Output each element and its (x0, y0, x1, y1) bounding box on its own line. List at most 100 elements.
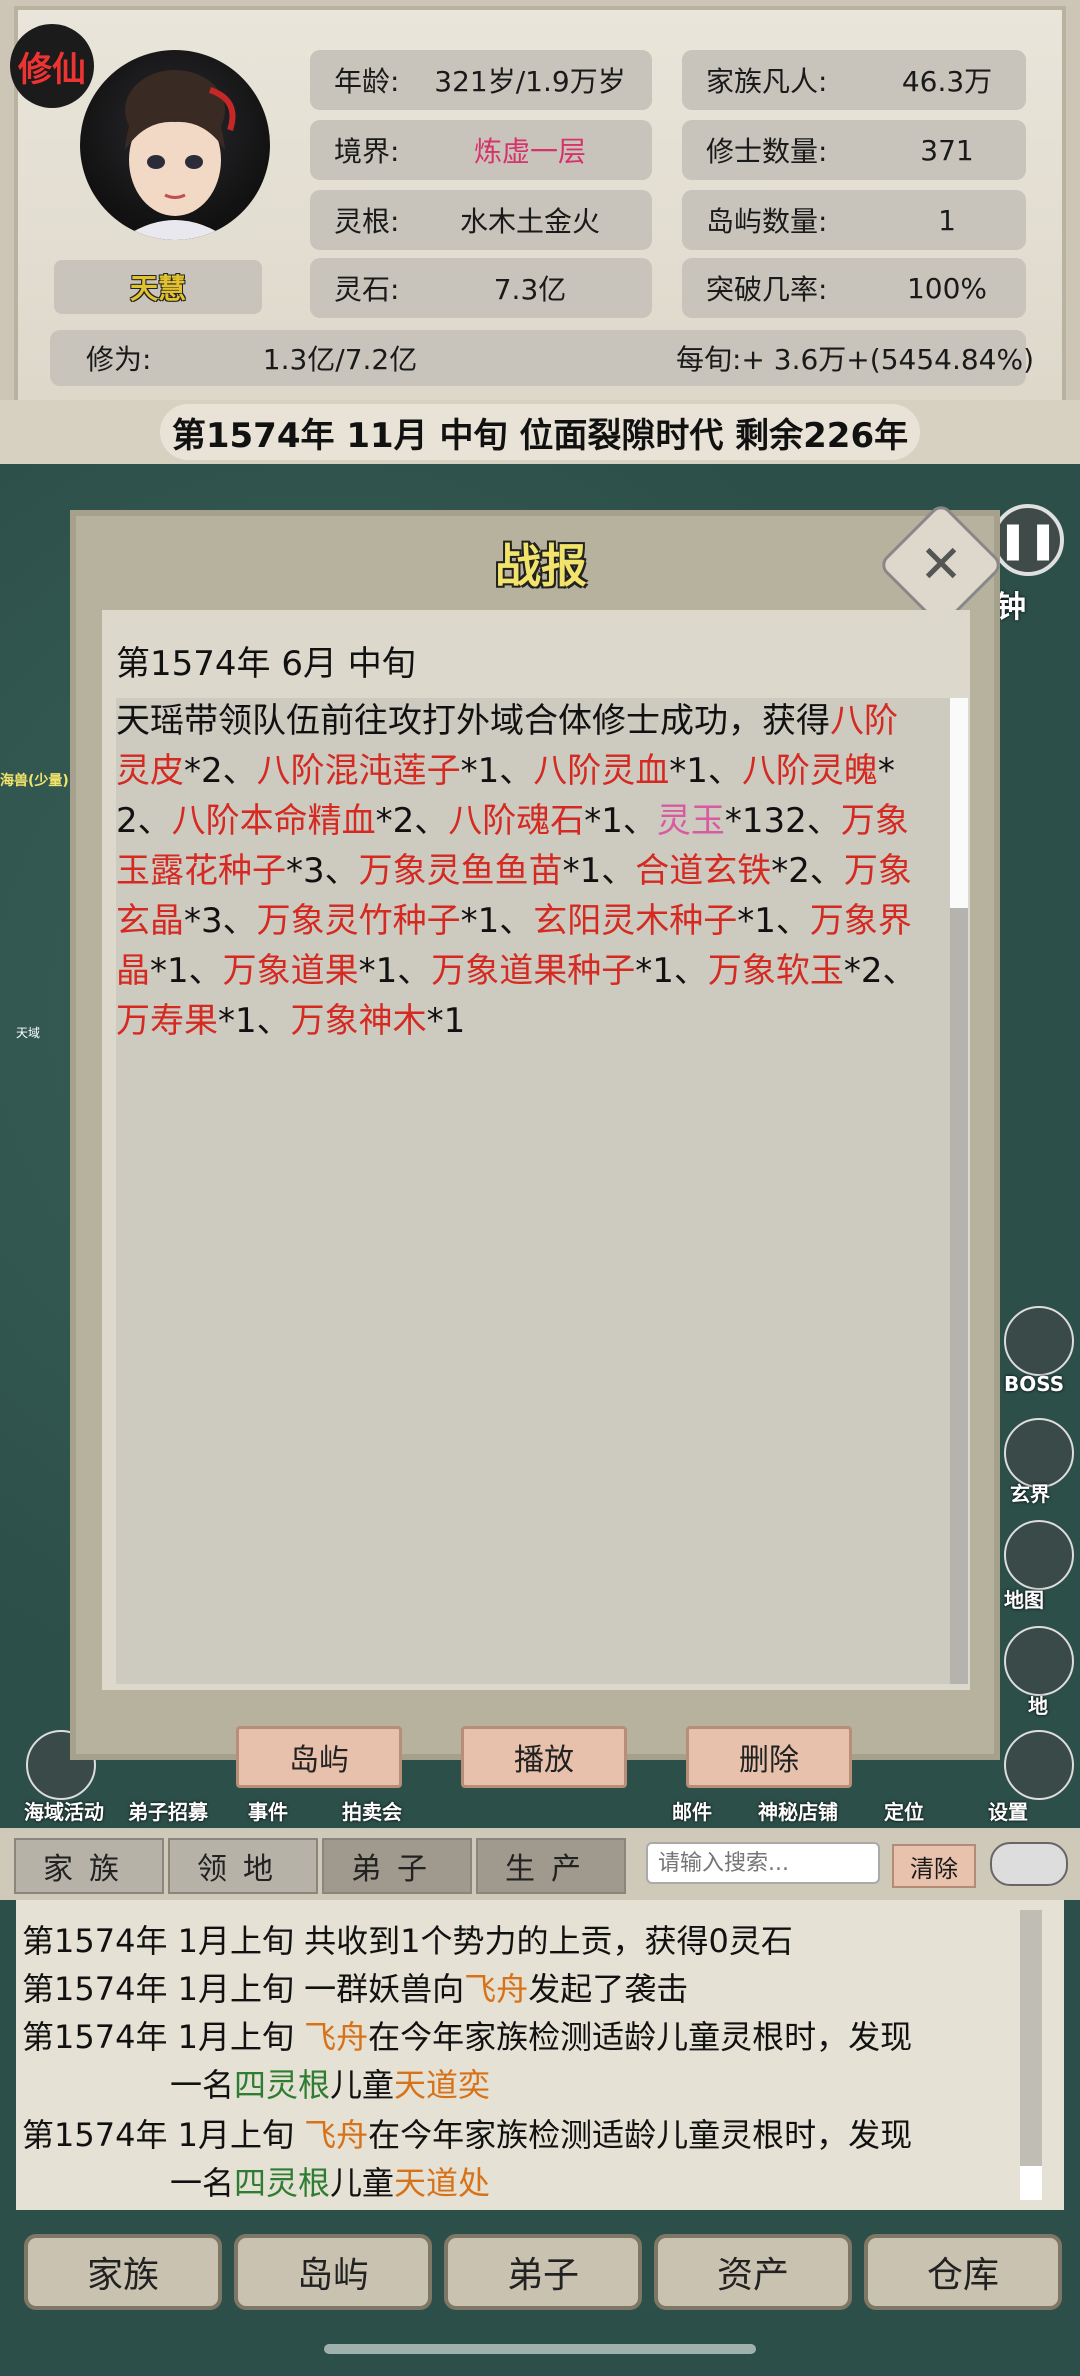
stat-value: 321岁/1.9万岁 (434, 65, 626, 98)
boss-icon[interactable] (1004, 1306, 1074, 1376)
loot-item-name: 八阶灵血 (533, 751, 670, 791)
map-label: 地图 (1004, 1588, 1044, 1612)
scrollbar-thumb[interactable] (950, 698, 968, 908)
log-text: 天道奕 (394, 2066, 491, 2104)
home-indicator[interactable] (324, 2344, 756, 2354)
tab-disciples[interactable]: 弟子 (322, 1838, 472, 1894)
stat-realm: 境界: 炼虚一层 (310, 120, 652, 180)
tab-production[interactable]: 生产 (476, 1838, 626, 1894)
stat-value: 100% (906, 271, 988, 305)
stat-breakthrough: 突破几率: 100% (682, 258, 1026, 318)
play-button[interactable]: 播放 (461, 1726, 627, 1788)
log-scrollbar-thumb[interactable] (1020, 2166, 1042, 2200)
territory-icon[interactable] (1004, 1626, 1074, 1696)
log-text: 共收到1个势力的上贡，获得0灵石 (304, 1922, 793, 1960)
loot-item-qty: *1、 (562, 851, 636, 891)
stat-value: 371 (920, 133, 974, 167)
stat-label: 家族凡人: (706, 65, 828, 98)
stat-value: 水木土金火 (459, 205, 600, 238)
tab-bar: 家族 领地 弟子 生产 清除 (0, 1828, 1080, 1900)
stat-value: 炼虚一层 (473, 135, 586, 168)
loot-item-qty: *1、 (737, 901, 810, 941)
stat-value: 7.3亿 (493, 273, 567, 306)
cultivation-value: 1.3亿/7.2亿 (262, 343, 418, 376)
territory-label: 地 (1028, 1694, 1048, 1718)
log-scrollbar-track[interactable] (1020, 1910, 1042, 2200)
character-name[interactable]: 天慧 (54, 260, 262, 314)
map-label-sky[interactable]: 天域 (16, 1024, 40, 1041)
map-pin-icon[interactable] (1004, 1520, 1074, 1590)
tab-territory[interactable]: 领地 (168, 1838, 318, 1894)
log-text: 一名 (170, 2066, 235, 2104)
stat-family-mortals: 家族凡人: 46.3万 (682, 50, 1026, 110)
loot-item-qty: *132、 (724, 801, 841, 841)
nav-family[interactable]: 家族 (24, 2234, 222, 2310)
loot-item-name: 合道玄铁 (635, 851, 772, 891)
log-text: 一群妖兽向 (304, 1970, 465, 2008)
loot-item-qty: *2、 (771, 851, 844, 891)
cultivation-bar: 修为: 1.3亿/7.2亿 每旬:+ 3.6万+(5454.84%) (50, 330, 1034, 386)
nav-islands[interactable]: 岛屿 (234, 2234, 432, 2310)
nav-assets[interactable]: 资产 (654, 2234, 852, 2310)
loot-item-name: 八阶混沌莲子 (256, 751, 461, 791)
close-icon: ✕ (919, 535, 963, 595)
stat-spirit-stone: 灵石: 7.3亿 (310, 258, 652, 318)
clear-button[interactable]: 清除 (892, 1844, 976, 1888)
battle-report-modal: 战报 ✕ 第1574年 6月 中旬 天瑶带领队伍前往攻打外域合体修士成功，获得八… (70, 501, 1005, 1788)
log-entry: 第1574年 1月上旬 飞舟在今年家族检测适龄儿童灵根时，发现 (22, 2012, 912, 2058)
log-text: 天道处 (394, 2164, 491, 2202)
loot-item-name: 万象软玉 (707, 951, 844, 991)
modal-title: 战报 (495, 539, 587, 593)
loot-item-qty: *1、 (358, 951, 432, 991)
log-text: 儿童 (330, 2066, 395, 2104)
sea-event-label: 海域活动 (24, 1800, 104, 1824)
report-panel: 第1574年 6月 中旬 天瑶带领队伍前往攻打外域合体修士成功，获得八阶灵皮*2… (102, 610, 970, 1690)
auction-label: 拍卖会 (342, 1800, 402, 1824)
log-date: 第1574年 1月上旬 (22, 1970, 305, 2008)
cultivation-rate: 每旬:+ 3.6万+(5454.84%) (675, 343, 1035, 376)
loot-item-name: 万象道果种子 (431, 951, 636, 991)
loot-item-qty: *3、 (286, 851, 359, 891)
xiuxian-seal: 修仙 (10, 24, 94, 108)
loot-item-qty: *2、 (843, 951, 917, 991)
tab-family[interactable]: 家族 (14, 1838, 164, 1894)
log-entry: 第1574年 1月上旬 飞舟在今年家族检测适龄儿童灵根时，发现 (22, 2110, 912, 2156)
loot-item-name: 灵玉 (656, 801, 725, 841)
loot-item-name: 万象神木 (290, 1001, 427, 1041)
shop-label: 神秘店铺 (758, 1800, 838, 1824)
map-label-sea-beast[interactable]: 海兽(少量) (0, 770, 69, 790)
avatar[interactable] (80, 50, 270, 240)
loot-item-name: 八阶魂石 (448, 801, 585, 841)
log-text: 在今年家族检测适龄儿童灵根时，发现 (368, 2116, 913, 2154)
locate-label: 定位 (884, 1800, 924, 1824)
settings-icon[interactable] (1004, 1730, 1074, 1800)
nav-disciples[interactable]: 弟子 (444, 2234, 642, 2310)
loot-item-name: 玄阳灵木种子 (533, 901, 738, 941)
cultivation-label: 修为: (86, 343, 152, 376)
loot-item-qty: *2、 (184, 751, 257, 791)
stat-label: 境界: (334, 135, 400, 168)
island-button[interactable]: 岛屿 (236, 1726, 402, 1788)
loot-item-qty: *1、 (460, 901, 534, 941)
nav-warehouse[interactable]: 仓库 (864, 2234, 1062, 2310)
stat-spirit-root: 灵根: 水木土金火 (310, 190, 652, 250)
stat-islands: 岛屿数量: 1 (682, 190, 1026, 250)
stat-age: 年龄: 321岁/1.9万岁 (310, 50, 652, 110)
log-text: 飞舟 (304, 2018, 369, 2056)
loot-item-qty: *1、 (150, 951, 223, 991)
delete-button[interactable]: 删除 (686, 1726, 852, 1788)
log-entry: 第1574年 1月上旬 共收到1个势力的上贡，获得0灵石 (22, 1916, 793, 1962)
loot-item-name: 万象道果 (222, 951, 359, 991)
log-date: 第1574年 1月上旬 (22, 2116, 305, 2154)
upper-realm-label: 玄界 (1010, 1482, 1050, 1506)
search-input[interactable] (646, 1842, 880, 1884)
stat-cultivators: 修士数量: 371 (682, 120, 1026, 180)
collapse-icon[interactable] (990, 1842, 1068, 1886)
log-date: 第1574年 1月上旬 (22, 1922, 305, 1960)
loot-item-name: 八阶本命精血 (171, 801, 376, 841)
log-text: 儿童 (330, 2164, 395, 2202)
log-text: 一名 (170, 2164, 235, 2202)
boss-label: BOSS (1004, 1372, 1065, 1396)
stat-label: 突破几率: (706, 273, 828, 306)
loot-item-name: 八阶灵魄 (741, 751, 878, 791)
